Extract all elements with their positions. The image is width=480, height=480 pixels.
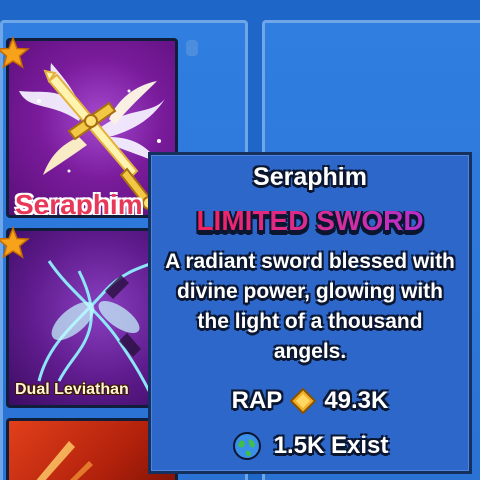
scroll-indicator[interactable] [186,40,198,56]
tooltip-description: A radiant sword blessed with divine powe… [165,250,455,363]
rap-label: RAP [231,387,283,414]
item-tooltip: Seraphim LIMITED SWORD LIMITED SWORD A r… [148,152,472,474]
star-icon [0,36,30,69]
rap-row: RAP 49.3K [151,387,469,415]
rap-value: 49.3K [324,387,389,414]
exist-count: 1.5K Exist [273,432,389,459]
item-name-label: Dual Leviathan [15,381,129,398]
diamond-icon [290,388,317,414]
item-name-label: Seraphim [15,189,143,218]
exist-row: 1.5K Exist [151,431,469,461]
globe-icon [232,432,261,460]
star-icon [0,226,30,259]
tooltip-title: Seraphim [253,163,367,191]
tooltip-rarity: LIMITED SWORD [151,205,469,237]
